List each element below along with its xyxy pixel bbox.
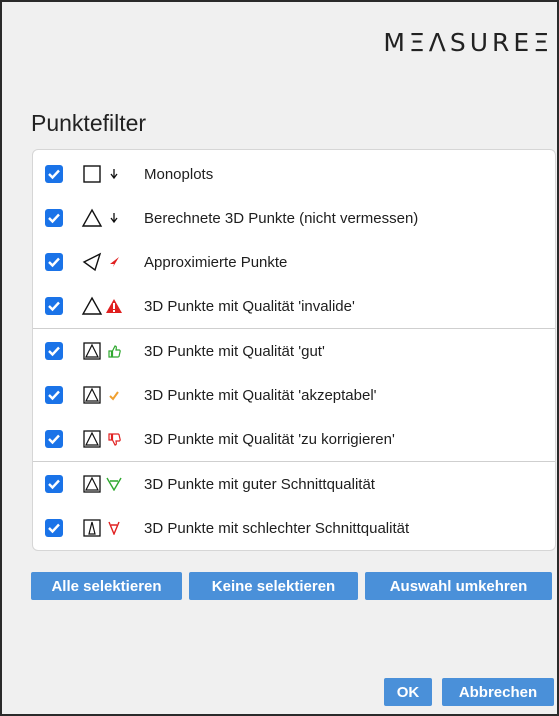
checkbox-checked-icon[interactable] [45,253,63,271]
filter-label: 3D Punkte mit Qualität 'invalide' [144,297,355,315]
checkbox-checked-icon[interactable] [45,519,63,537]
thumbs-down-icon [107,432,121,446]
invert-selection-button[interactable]: Auswahl umkehren [365,572,552,600]
filter-label: 3D Punkte mit Qualität 'zu korrigieren' [144,430,395,448]
filter-row-invalide[interactable]: 3D Punkte mit Qualität 'invalide' [33,284,555,328]
checkbox-checked-icon[interactable] [45,430,63,448]
filter-row-monoplots[interactable]: Monoplots [33,152,555,196]
punktefilter-dialog: MΞΛSUREΞ Punktefilter Monoplots Berechne… [0,0,559,716]
square-icon [83,165,101,183]
square-narrow-triangle-icon [83,519,101,537]
checkbox-checked-icon[interactable] [45,386,63,404]
filter-label: Monoplots [144,165,214,183]
checkbox-checked-icon[interactable] [45,209,63,227]
filter-label: Approximierte Punkte [144,253,288,271]
filter-list: Monoplots Berechnete 3D Punkte (nicht ve… [32,149,556,551]
thumbs-up-icon [107,344,121,358]
checkbox-checked-icon[interactable] [45,297,63,315]
filter-label: 3D Punkte mit Qualität 'gut' [144,342,325,360]
cancel-button[interactable]: Abbrechen [442,678,554,706]
triangle-icon [81,296,103,315]
square-triangle-icon [83,430,101,448]
small-arrow-down-icon [107,167,121,181]
filter-label: 3D Punkte mit Qualität 'akzeptabel' [144,386,377,404]
checkbox-checked-icon[interactable] [45,342,63,360]
checkbox-checked-icon[interactable] [45,475,63,493]
small-arrow-down-icon [107,211,121,225]
filter-row-schlechte-schnittqualitaet[interactable]: 3D Punkte mit schlechter Schnittqualität [33,506,555,550]
select-all-button[interactable]: Alle selektieren [31,572,182,600]
red-arrow-icon [107,255,121,269]
filter-row-berechnete[interactable]: Berechnete 3D Punkte (nicht vermessen) [33,196,555,240]
filter-row-akzeptabel[interactable]: 3D Punkte mit Qualität 'akzeptabel' [33,373,555,417]
dialog-title: Punktefilter [31,110,147,136]
sideways-triangle-icon [82,252,102,272]
square-triangle-icon [83,342,101,360]
select-none-button[interactable]: Keine selektieren [189,572,358,600]
red-triangle-icon [107,521,121,535]
ok-button[interactable]: OK [384,678,432,706]
filter-row-gut[interactable]: 3D Punkte mit Qualität 'gut' [33,329,555,373]
red-warning-icon [105,298,123,314]
square-triangle-icon [83,475,101,493]
square-triangle-icon [83,386,101,404]
filter-label: 3D Punkte mit schlechter Schnittqualität [144,519,410,537]
filter-row-zu-korrigieren[interactable]: 3D Punkte mit Qualität 'zu korrigieren' [33,417,555,461]
filter-label: 3D Punkte mit guter Schnittqualität [144,475,375,493]
orange-check-icon [107,388,121,402]
checkbox-checked-icon[interactable] [45,165,63,183]
measuree-logo: MΞΛSUREΞ [383,28,553,57]
green-triangle-icon [106,476,122,492]
triangle-icon [81,208,103,227]
filter-row-gute-schnittqualitaet[interactable]: 3D Punkte mit guter Schnittqualität [33,462,555,506]
filter-row-approximierte[interactable]: Approximierte Punkte [33,240,555,284]
filter-label: Berechnete 3D Punkte (nicht vermessen) [144,209,419,227]
